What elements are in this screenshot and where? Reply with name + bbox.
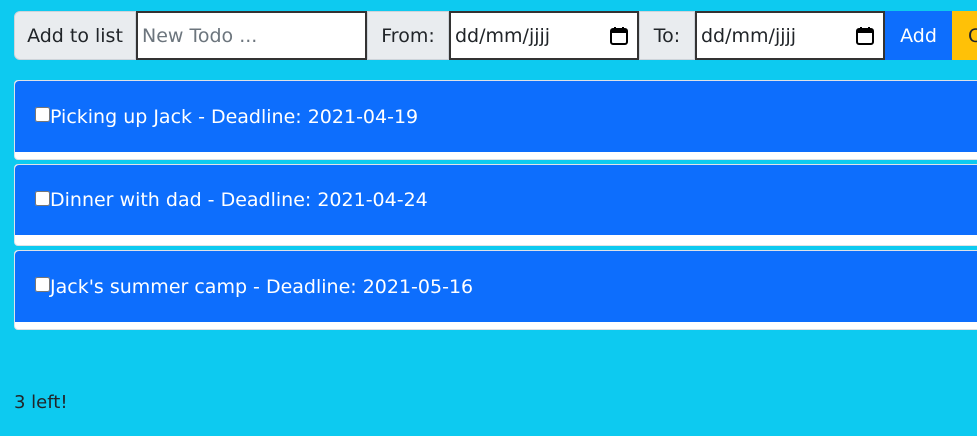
todo-app: Add to list New Todo ... From: dd/mm/jjj… — [0, 0, 977, 436]
todo-text: Jack's summer camp - Deadline: 2021-05-1… — [50, 275, 474, 298]
new-todo-placeholder: New Todo ... — [142, 24, 258, 47]
to-label: To: — [639, 11, 695, 60]
calendar-icon[interactable] — [609, 26, 629, 46]
todo-bar: Jack's summer camp - Deadline: 2021-05-1… — [15, 251, 977, 322]
todo-checkbox[interactable] — [35, 277, 50, 292]
add-button[interactable]: Add — [885, 11, 952, 60]
calendar-icon[interactable] — [855, 26, 875, 46]
todo-bar: Dinner with dad - Deadline: 2021-04-24 — [15, 165, 977, 235]
from-label: From: — [367, 11, 449, 60]
add-todo-toolbar: Add to list New Todo ... From: dd/mm/jjj… — [14, 11, 977, 60]
list-item: Dinner with dad - Deadline: 2021-04-24 — [14, 164, 977, 246]
to-date-input[interactable]: dd/mm/jjjj — [695, 11, 885, 60]
list-item: Picking up Jack - Deadline: 2021-04-19 — [14, 80, 977, 160]
list-item: Jack's summer camp - Deadline: 2021-05-1… — [14, 250, 977, 330]
add-to-list-label: Add to list — [14, 11, 136, 60]
todo-checkbox[interactable] — [35, 190, 50, 206]
to-date-placeholder: dd/mm/jjjj — [701, 24, 797, 47]
todo-text: Picking up Jack - Deadline: 2021-04-19 — [50, 105, 419, 128]
new-todo-input[interactable]: New Todo ... — [136, 11, 367, 60]
clear-button[interactable]: C — [952, 11, 977, 60]
from-date-placeholder: dd/mm/jjjj — [455, 24, 551, 47]
todo-list: Picking up Jack - Deadline: 2021-04-19 D… — [14, 80, 977, 334]
remaining-count: 3 left! — [14, 392, 68, 413]
todo-checkbox[interactable] — [35, 107, 50, 122]
todo-bar: Picking up Jack - Deadline: 2021-04-19 — [15, 81, 977, 152]
from-date-input[interactable]: dd/mm/jjjj — [449, 11, 639, 60]
todo-text: Dinner with dad - Deadline: 2021-04-24 — [50, 189, 428, 211]
